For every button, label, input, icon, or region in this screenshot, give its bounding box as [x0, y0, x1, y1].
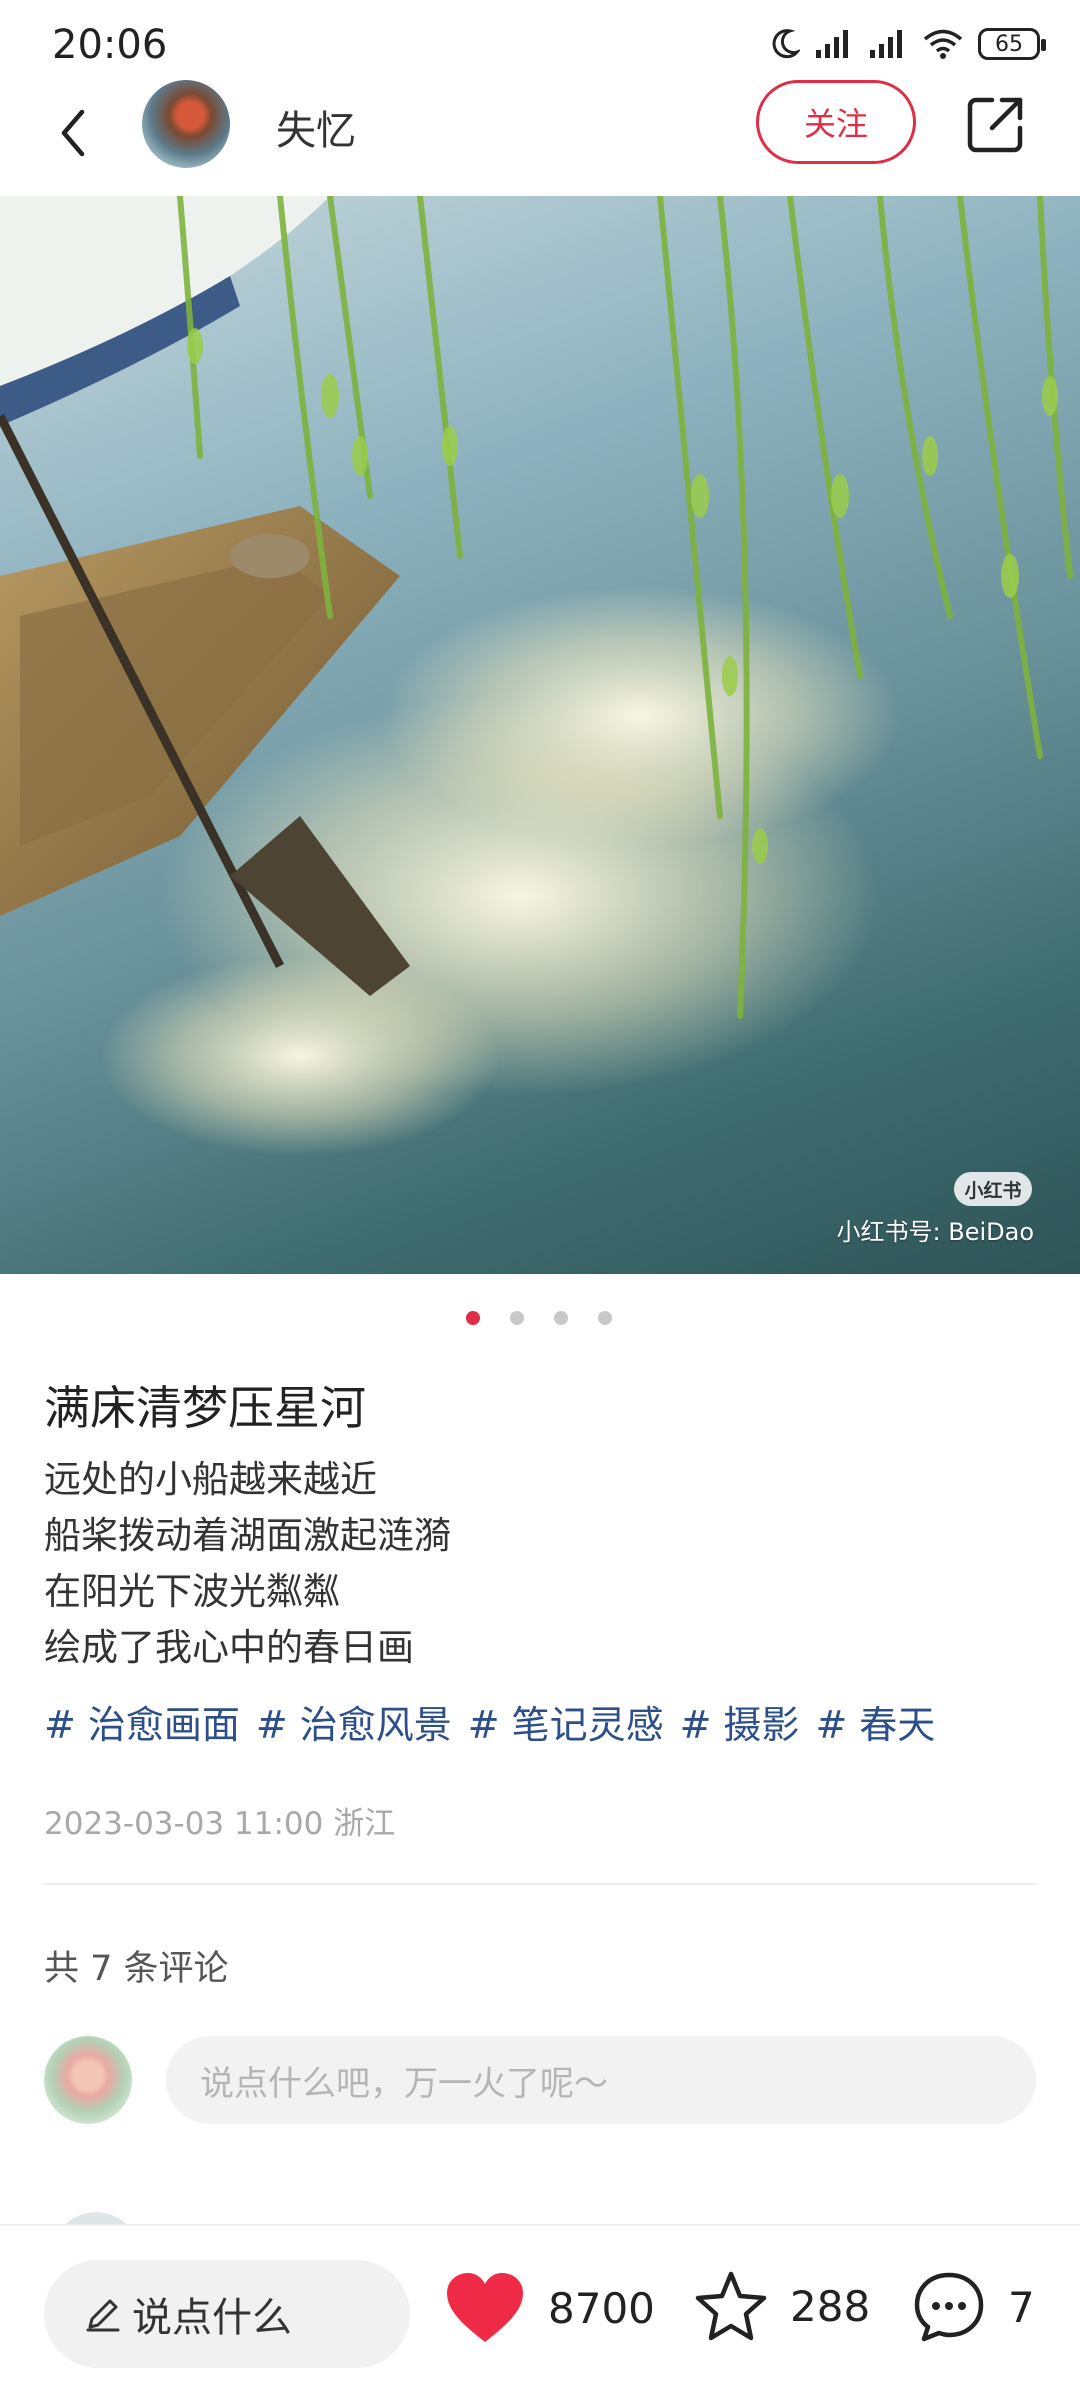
carousel-dot: [466, 1311, 480, 1325]
collect-count: 288: [790, 2281, 871, 2331]
status-icons: 65: [770, 28, 1046, 60]
watermark-badge: 小红书: [954, 1172, 1032, 1206]
bottom-action-bar: 说点什么 8700 288 7: [0, 2224, 1080, 2400]
share-button[interactable]: [962, 92, 1028, 158]
comment-count-bottom: 7: [1008, 2282, 1035, 2332]
status-time: 20:06: [52, 22, 168, 68]
like-count: 8700: [548, 2283, 655, 2333]
hashtag[interactable]: # 治愈风景: [256, 1694, 452, 1749]
post-line: 船桨拨动着湖面激起涟漪: [44, 1514, 451, 1557]
carousel-dot: [598, 1311, 612, 1325]
post-header: 失忆 关注: [0, 80, 1080, 196]
comment-button[interactable]: 7: [912, 2270, 1035, 2344]
like-button[interactable]: 8700: [444, 2270, 655, 2346]
say-something-label: 说点什么: [132, 2295, 292, 2341]
signal-icon: [816, 30, 848, 58]
post-line: 远处的小船越来越近: [44, 1458, 377, 1501]
carousel-dot: [510, 1311, 524, 1325]
comment-input[interactable]: 说点什么吧，万一火了呢～: [166, 2036, 1036, 2124]
pencil-icon: [86, 2299, 120, 2332]
status-bar: 20:06 65: [0, 0, 1080, 80]
hashtag[interactable]: # 笔记灵感: [468, 1694, 664, 1749]
photo-scene: [0, 196, 1073, 1156]
share-icon: [967, 97, 1023, 153]
author-name[interactable]: 失忆: [276, 98, 356, 156]
moon-icon: [772, 29, 800, 59]
hashtag[interactable]: # 春天: [815, 1694, 935, 1749]
wifi-icon: [923, 29, 963, 59]
post-line: 绘成了我心中的春日画: [44, 1626, 414, 1669]
my-avatar: [44, 2036, 132, 2124]
follow-button[interactable]: 关注: [756, 80, 916, 164]
say-something-button[interactable]: 说点什么: [44, 2260, 410, 2368]
back-button[interactable]: [48, 98, 98, 168]
back-icon: [61, 109, 85, 157]
collect-button[interactable]: 288: [694, 2270, 870, 2342]
post-tags: # 治愈画面 # 治愈风景 # 笔记灵感 # 摄影 # 春天: [44, 1694, 935, 1749]
divider: [44, 1883, 1036, 1885]
star-icon: [695, 2271, 767, 2341]
carousel-indicator: [466, 1311, 612, 1325]
watermark-text: 小红书号: BeiDao: [836, 1218, 1034, 1246]
hashtag[interactable]: # 摄影: [680, 1694, 800, 1749]
comment-count: 共 7 条评论: [44, 1949, 229, 1989]
heart-icon: [447, 2273, 523, 2342]
post-title: 满床清梦压星河: [44, 1381, 366, 1435]
hashtag[interactable]: # 治愈画面: [44, 1694, 240, 1749]
post-meta: 2023-03-03 11:00 浙江: [44, 1806, 396, 1842]
post-line: 在阳光下波光粼粼: [44, 1570, 340, 1613]
post-photo[interactable]: 小红书 小红书号: BeiDao: [0, 196, 1080, 1274]
battery-indicator: 65: [978, 28, 1046, 60]
signal-icon-2: [870, 30, 902, 58]
author-avatar[interactable]: [142, 80, 230, 168]
carousel-dot: [554, 1311, 568, 1325]
post-body: 远处的小船越来越近 船桨拨动着湖面激起涟漪 在阳光下波光粼粼 绘成了我心中的春日…: [44, 1452, 451, 1676]
comment-icon: [914, 2272, 984, 2342]
